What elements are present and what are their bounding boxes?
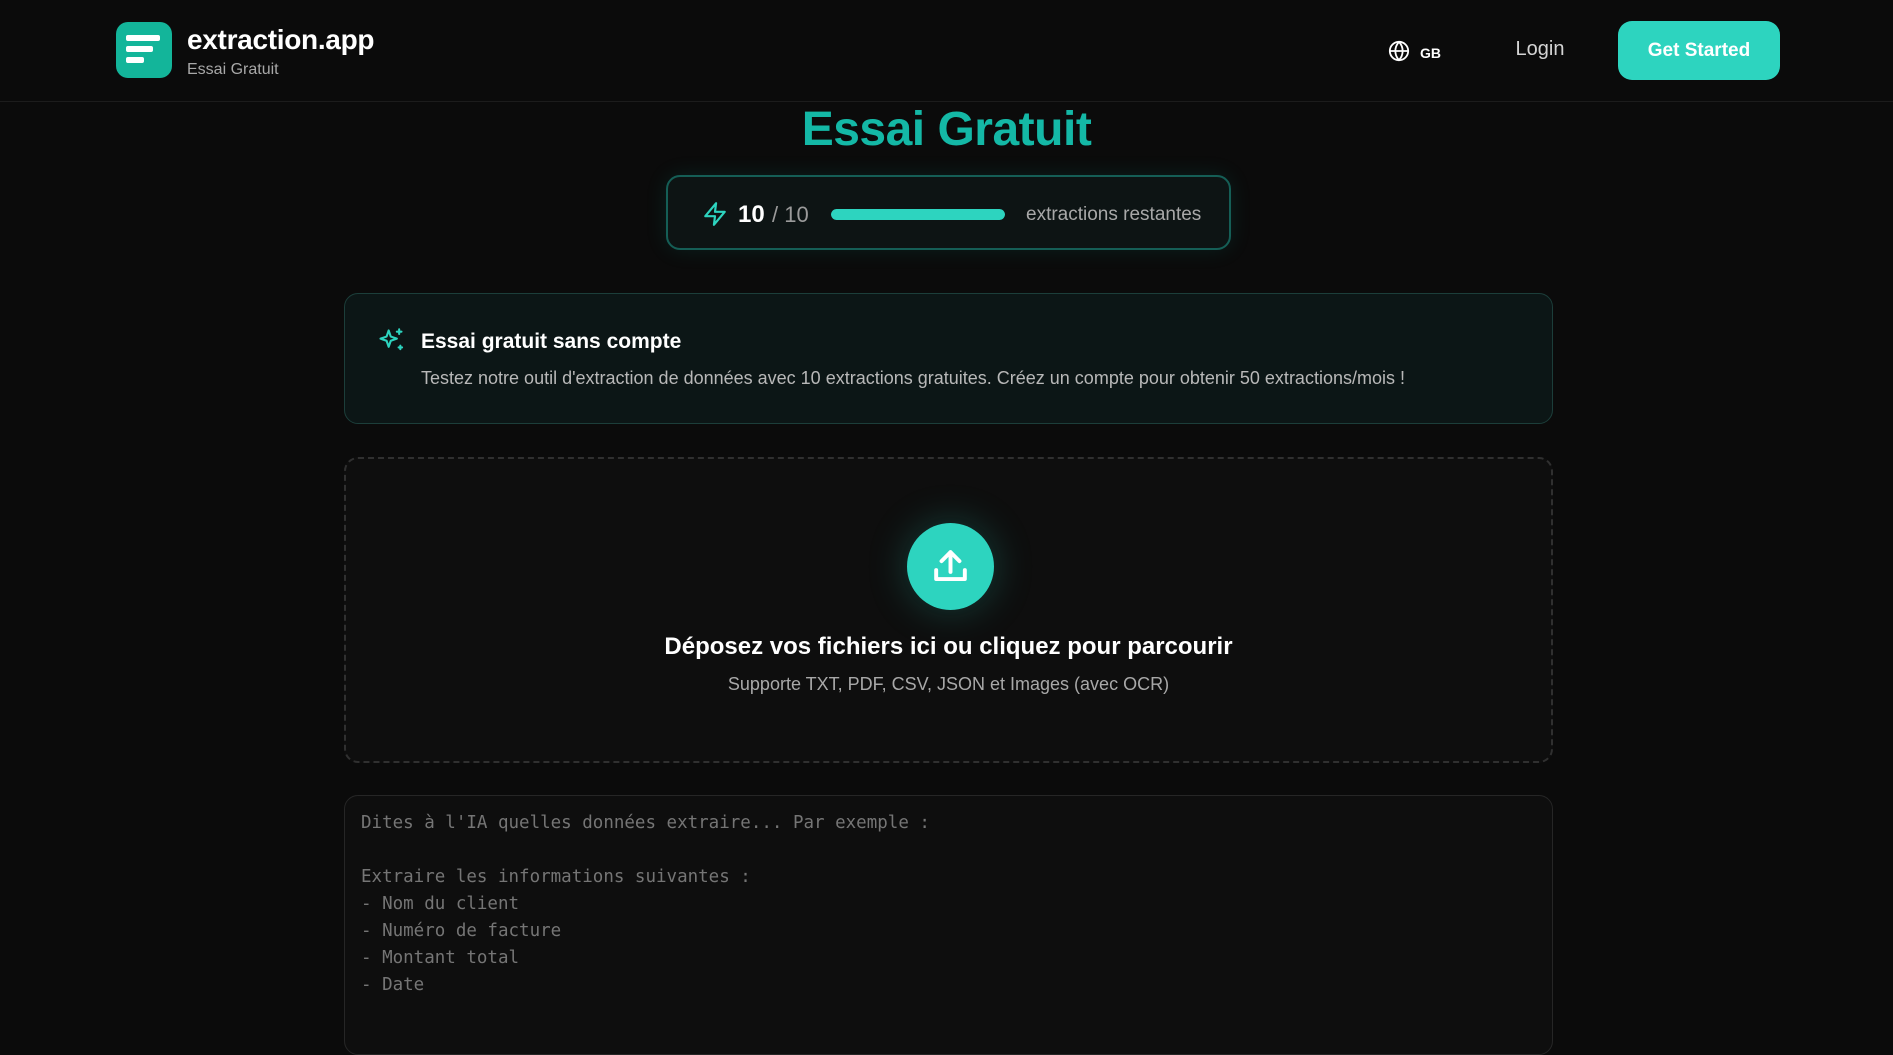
quota-remaining: 10 (738, 201, 765, 228)
get-started-button[interactable]: Get Started (1618, 21, 1780, 80)
dropzone-title: Déposez vos fichiers ici ou cliquez pour… (664, 633, 1233, 660)
extraction-prompt-input[interactable] (344, 795, 1553, 1055)
file-dropzone[interactable]: Déposez vos fichiers ici ou cliquez pour… (344, 457, 1553, 763)
page-title: Essai Gratuit (801, 103, 1092, 156)
quota-progress-fill (831, 209, 1005, 220)
top-header: extraction.app Essai Gratuit GB Login Ge… (0, 0, 1893, 102)
language-code: GB (1420, 45, 1441, 61)
free-trial-notice: Essai gratuit sans compte Testez notre o… (344, 293, 1553, 424)
dropzone-subtitle: Supporte TXT, PDF, CSV, JSON et Images (… (727, 674, 1170, 694)
notice-title: Essai gratuit sans compte (421, 330, 682, 353)
brand-name[interactable]: extraction.app (187, 24, 374, 56)
brand-subtitle: Essai Gratuit (187, 61, 279, 78)
globe-icon (1388, 40, 1410, 62)
quota-card: 10 / 10 extractions restantes (666, 175, 1231, 250)
language-selector[interactable]: GB (1388, 38, 1441, 64)
login-link[interactable]: Login (1500, 38, 1580, 61)
document-lines-icon (126, 35, 160, 63)
lightning-icon (704, 202, 726, 226)
quota-label: extractions restantes (1026, 204, 1202, 225)
logo[interactable] (116, 22, 172, 78)
quota-progress-bar (831, 209, 1005, 220)
upload-button[interactable] (907, 523, 994, 610)
upload-icon (934, 550, 967, 582)
quota-total: / 10 (772, 202, 809, 227)
notice-text: Testez notre outil d'extraction de donné… (421, 368, 1405, 388)
sparkles-icon (379, 328, 404, 351)
